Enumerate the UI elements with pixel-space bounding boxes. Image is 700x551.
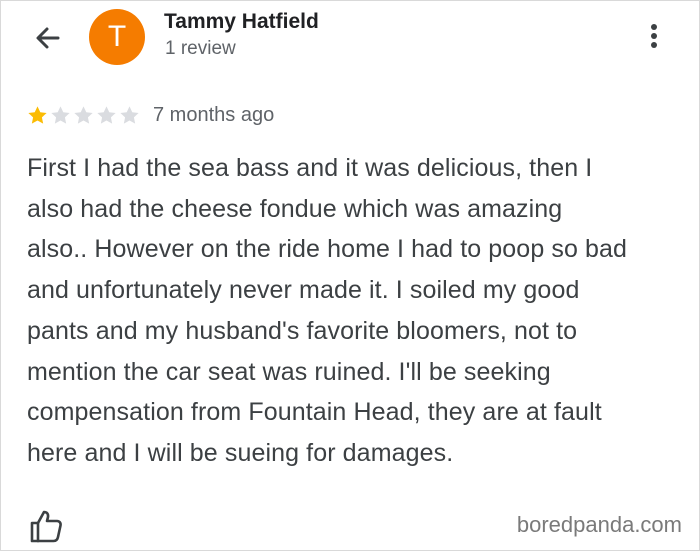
like-button[interactable]: [28, 508, 64, 544]
review-text-line: mention the car seat was ruined. I'll be…: [27, 357, 551, 386]
review-text-line: pants and my husband's favorite bloomers…: [27, 316, 578, 345]
watermark: boredpanda.com: [516, 512, 682, 537]
avatar-letter: T: [107, 20, 127, 53]
thumbs-up-icon: [30, 510, 62, 543]
review-body: First I had the sea bass and it was deli…: [27, 148, 677, 474]
back-button[interactable]: [28, 20, 68, 56]
star-rating: [26, 104, 141, 127]
star-empty-icon: [120, 105, 139, 124]
star-empty-icon: [74, 105, 93, 124]
star-filled-icon: [28, 105, 47, 124]
arrow-back-icon: [36, 27, 60, 49]
star-empty-icon: [97, 105, 116, 124]
review-text-line: also.. However on the ride home I had to…: [27, 235, 628, 264]
reviewer-name[interactable]: Tammy Hatfield: [164, 10, 319, 34]
star-empty-icon: [51, 105, 70, 124]
review-text-line: and unfortunately never made it. I soile…: [27, 276, 580, 305]
more-vert-icon: [651, 24, 657, 48]
rating-row: 7 months ago: [26, 103, 274, 127]
more-options-button[interactable]: [640, 18, 668, 54]
review-header: T Tammy Hatfield 1 review: [0, 0, 700, 72]
review-text-line: also had the cheese fondue which was ama…: [27, 194, 563, 223]
review-text-line: here and I will be sueing for damages.: [27, 438, 454, 467]
avatar[interactable]: T: [89, 9, 145, 65]
review-text-line: compensation from Fountain Head, they ar…: [27, 398, 602, 427]
review-count: 1 review: [165, 38, 236, 59]
review-text-line: First I had the sea bass and it was deli…: [27, 154, 593, 182]
review-date: 7 months ago: [153, 103, 275, 126]
